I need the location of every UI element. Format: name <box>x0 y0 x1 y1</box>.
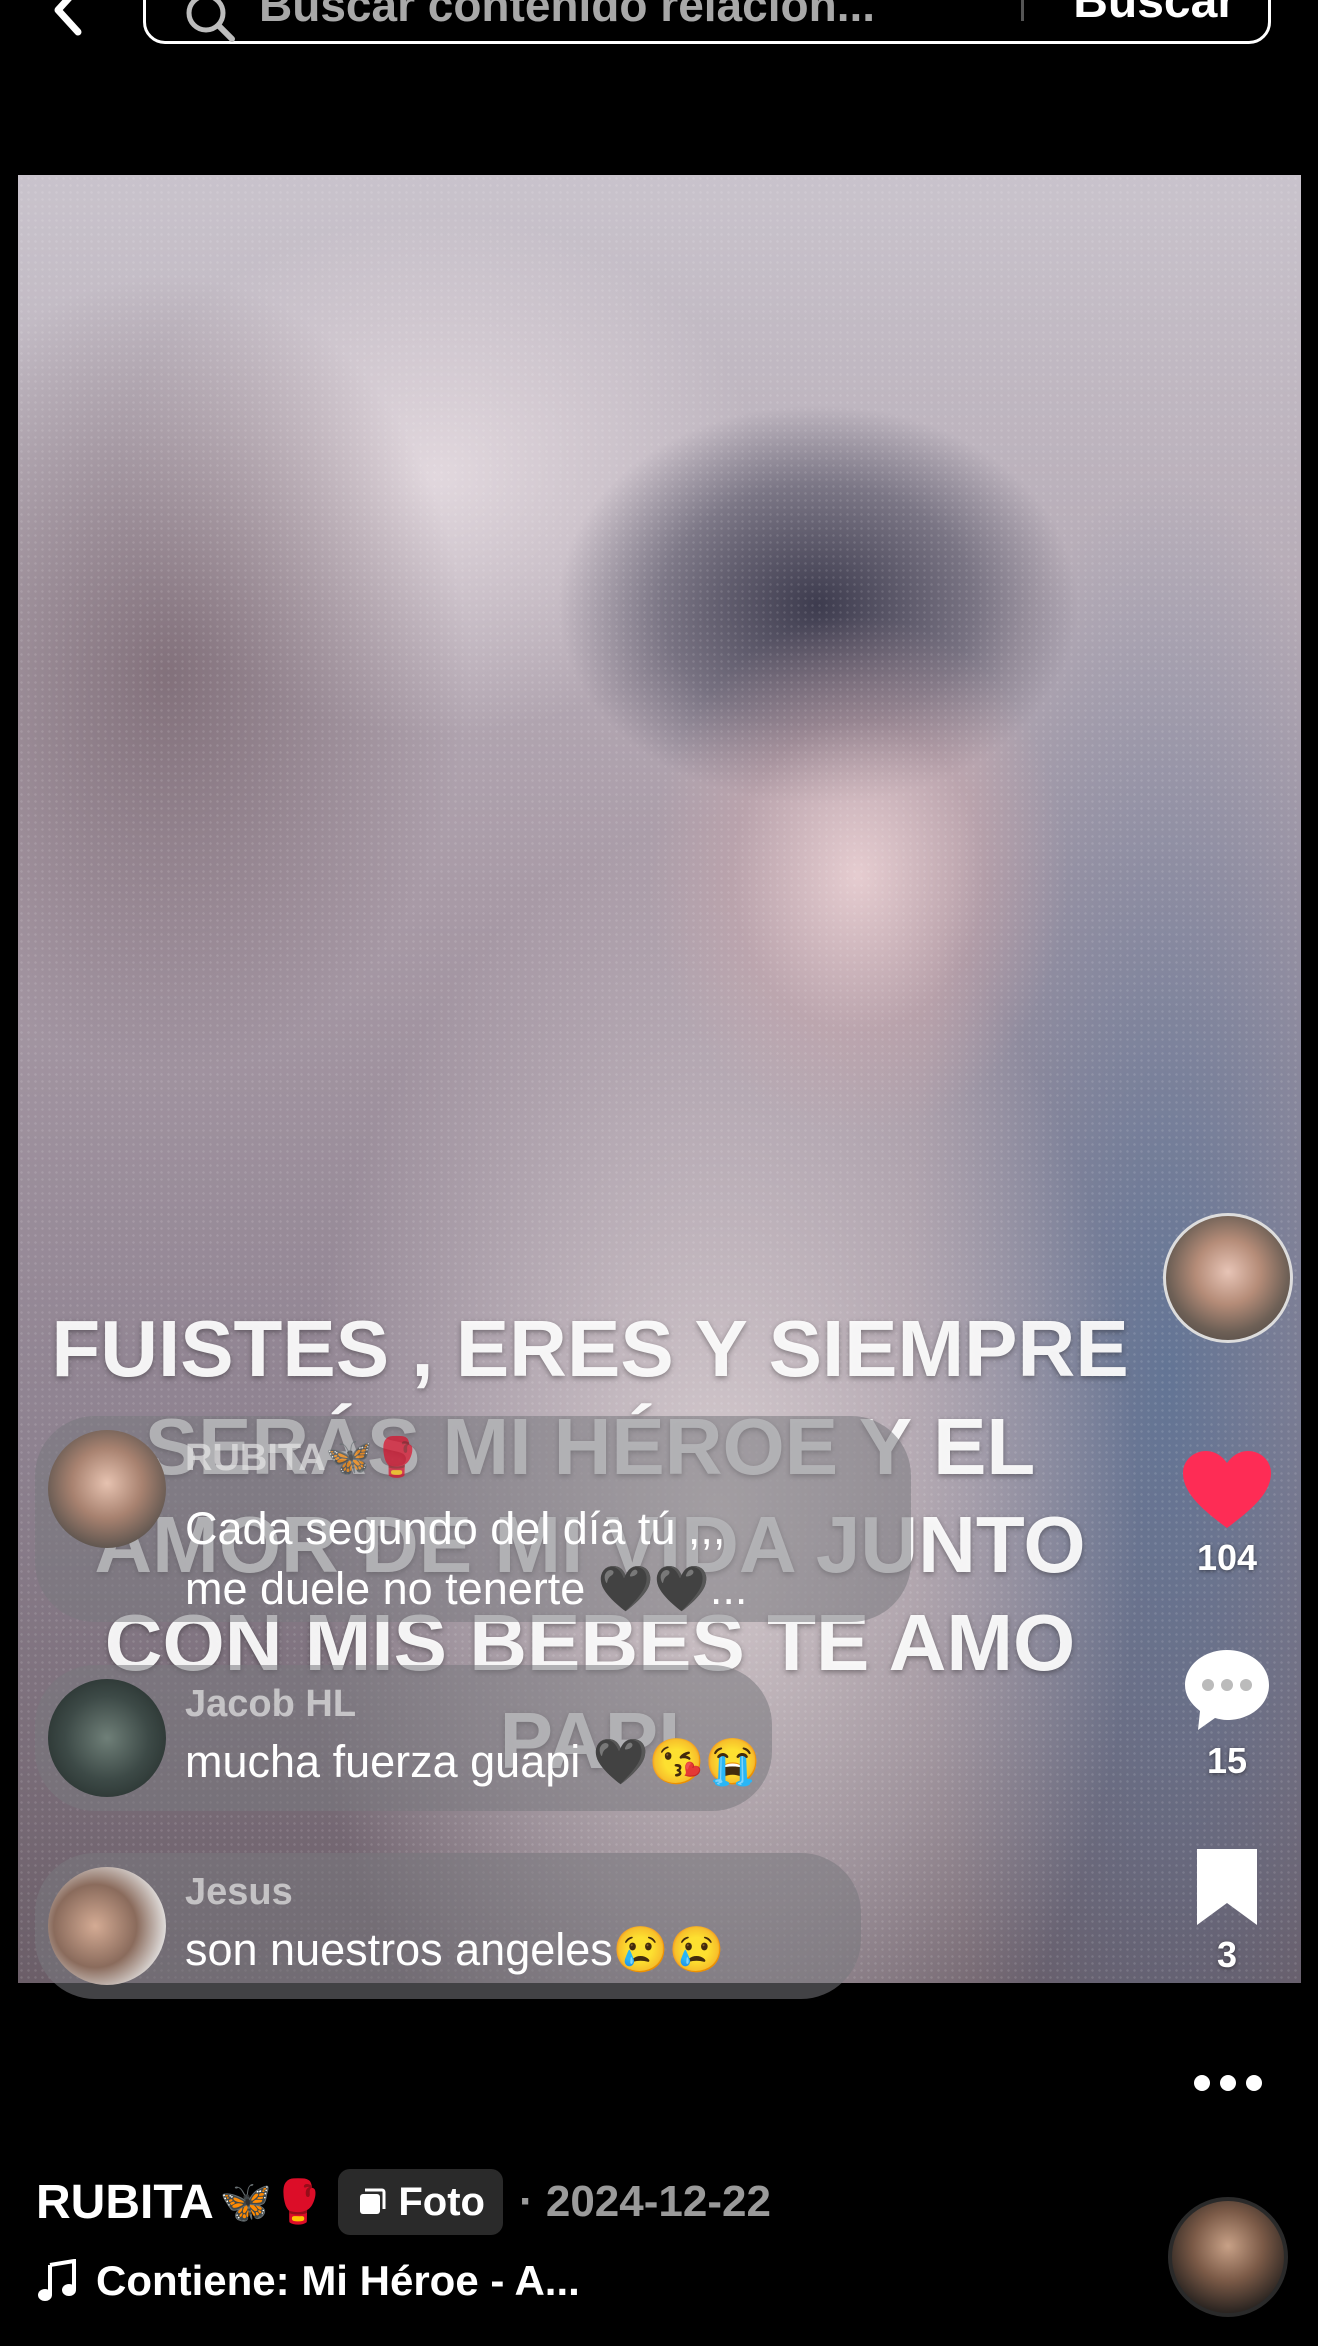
comment-text: son nuestros angeles😢😢 <box>185 1924 725 1975</box>
search-button[interactable]: Buscar <box>1073 0 1236 31</box>
floating-comment[interactable]: RUBITA🦋🥊 Cada segundo del día tú ,,, me … <box>35 1416 911 1622</box>
more-icon[interactable] <box>1192 2073 1264 2093</box>
search-bar[interactable]: Buscar <box>143 0 1271 44</box>
comment-icon <box>1185 1650 1269 1730</box>
heart-icon <box>1183 1451 1271 1528</box>
photo-icon <box>360 2188 386 2214</box>
comment-avatar[interactable] <box>48 1430 166 1548</box>
creator-avatar[interactable] <box>1163 1213 1293 1343</box>
like-button[interactable]: 104 <box>1180 1448 1274 1579</box>
date-value: 2024-12-22 <box>545 2177 771 2226</box>
music-row[interactable]: Contiene: Mi Héroe - A... <box>36 2257 580 2305</box>
comment-text: mucha fuerza guapi 🖤😘😭 <box>185 1736 761 1787</box>
date-separator: · <box>518 2177 534 2226</box>
comment-button[interactable]: 15 <box>1180 1645 1274 1782</box>
bookmark-button[interactable]: 3 <box>1180 1845 1274 1976</box>
search-divider <box>1021 0 1024 21</box>
music-note-icon <box>38 2259 76 2301</box>
comment-text: Cada segundo del día tú ,,, <box>185 1503 726 1554</box>
comment-count: 15 <box>1206 1740 1248 1781</box>
author-name[interactable]: RUBITA <box>36 2175 214 2230</box>
comment-avatar[interactable] <box>48 1679 166 1797</box>
top-bar: Buscar <box>0 0 1318 175</box>
save-count: 3 <box>1216 1934 1238 1975</box>
floating-comment[interactable]: Jesus son nuestros angeles😢😢 <box>35 1853 861 1999</box>
photo-badge: Foto <box>338 2169 503 2235</box>
music-disc[interactable] <box>1168 2197 1288 2317</box>
post-date: · 2024-12-22 <box>519 2177 771 2227</box>
music-title: Contiene: Mi Héroe - A... <box>96 2257 580 2304</box>
photo-badge-label: Foto <box>398 2179 485 2224</box>
search-icon <box>186 0 235 42</box>
comment-author: Jesus <box>185 1871 293 1913</box>
like-count: 104 <box>1196 1537 1258 1578</box>
back-icon[interactable] <box>40 0 100 40</box>
comment-author: Jacob HL <box>185 1683 357 1725</box>
author-emoji: 🦋🥊 <box>219 2177 325 2225</box>
comment-text-line2: me duele no tenerte 🖤🖤... <box>185 1563 748 1614</box>
comment-author: RUBITA🦋🥊 <box>185 1437 421 1479</box>
author-row: RUBITA 🦋🥊 Foto · 2024-12-22 <box>36 2168 771 2236</box>
search-input[interactable] <box>259 0 1139 35</box>
comment-avatar[interactable] <box>48 1867 166 1985</box>
floating-comment[interactable]: Jacob HL mucha fuerza guapi 🖤😘😭 <box>35 1665 772 1811</box>
bookmark-icon <box>1197 1849 1257 1925</box>
